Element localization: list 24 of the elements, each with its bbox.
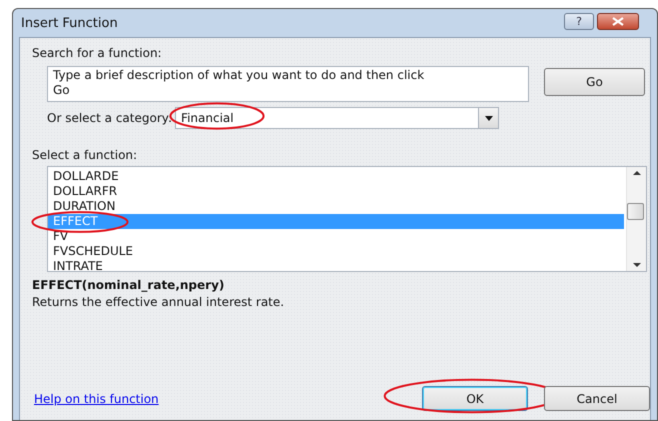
search-label: Search for a function: <box>32 45 163 62</box>
dialog-button[interactable]: OK <box>422 386 528 411</box>
category-label: Or select a category: <box>47 111 172 125</box>
go-button[interactable]: Go <box>544 68 645 96</box>
dialog-button[interactable]: Cancel <box>544 386 650 411</box>
scroll-down-icon[interactable] <box>632 263 640 267</box>
function-syntax: EFFECT(nominal_rate,npery) <box>32 277 226 294</box>
help-link[interactable]: Help on this function <box>34 392 159 406</box>
function-item[interactable]: INTRATE <box>48 259 624 274</box>
close-button[interactable] <box>597 13 639 30</box>
scroll-thumb[interactable] <box>627 203 644 220</box>
window-title: Insert Function <box>20 16 118 30</box>
dropdown-arrow-icon <box>484 116 493 120</box>
function-description: Returns the effective annual interest rate. <box>32 294 286 310</box>
function-list-label: Select a function: <box>32 147 138 164</box>
search-field[interactable]: Type a brief description of what you want to do and then click Go <box>47 66 529 102</box>
function-item[interactable]: DOLLARDE <box>48 169 624 184</box>
function-item[interactable]: DOLLARFR <box>48 184 624 199</box>
scroll-up-icon[interactable] <box>632 171 640 175</box>
function-item[interactable]: FVSCHEDULE <box>48 244 624 259</box>
function-item[interactable]: DURATION <box>48 199 624 214</box>
close-icon <box>612 17 624 26</box>
category-dropdown[interactable]: Financial <box>175 107 500 129</box>
help-button[interactable]: ? <box>564 13 594 30</box>
